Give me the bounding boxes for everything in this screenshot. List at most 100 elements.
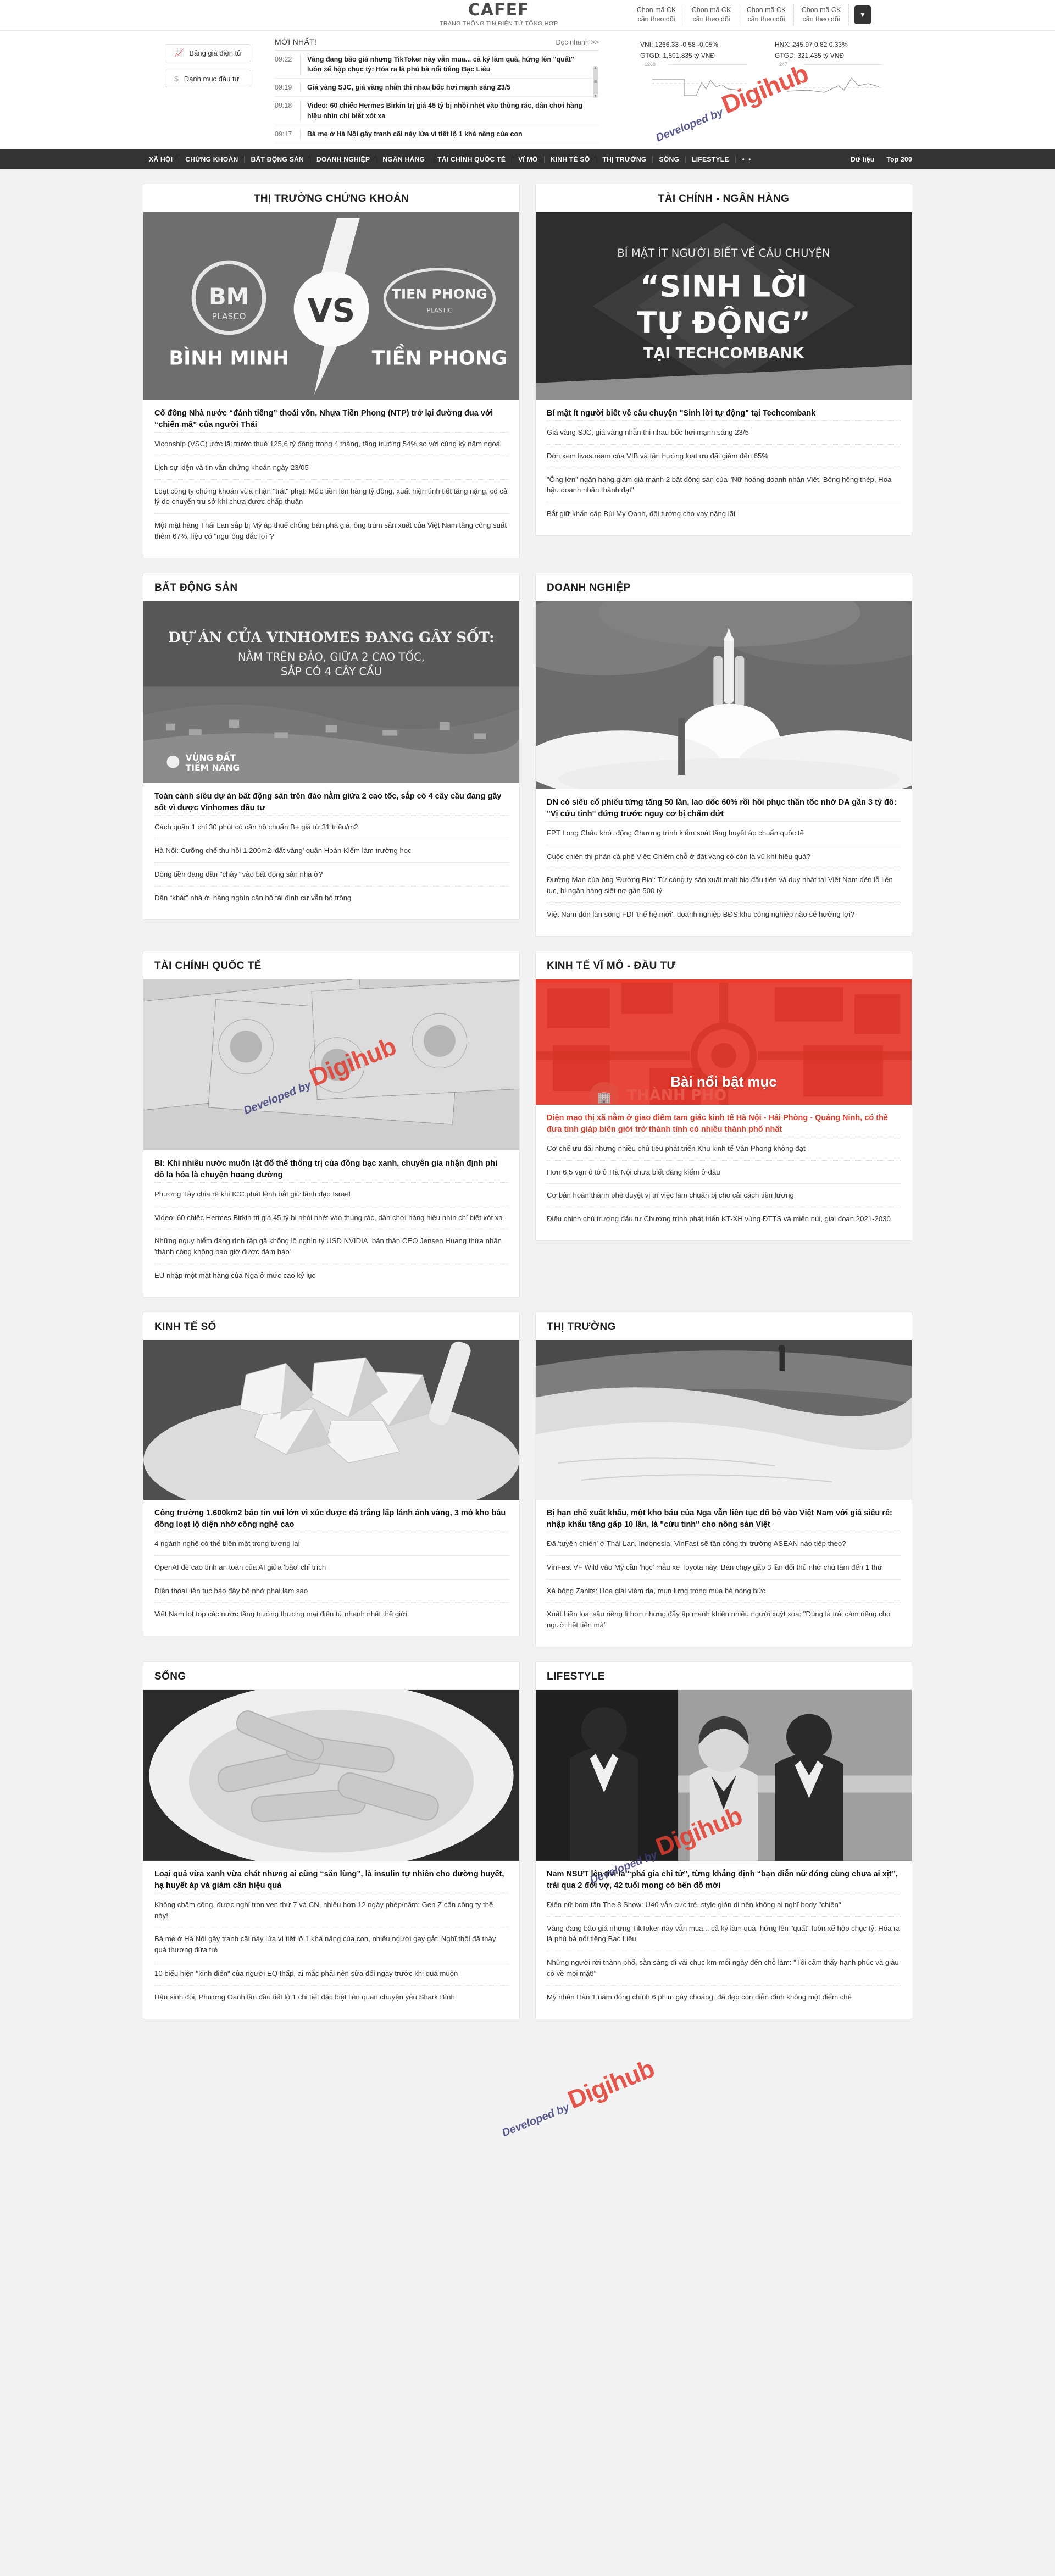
section-hero-image[interactable]: VS BM PLASCO TIEN PHONG PLASTIC BÌNH MIN… xyxy=(143,212,519,400)
list-item[interactable]: Hơn 6,5 vạn ô tô ở Hà Nội chưa biết đăng… xyxy=(547,1160,901,1184)
nav-item-xa-hoi[interactable]: XÃ HỘI xyxy=(143,156,180,163)
section-header[interactable]: THỊ TRƯỜNG xyxy=(536,1312,912,1340)
stock-picker-cell-4[interactable]: Chọn mã CK cần theo dõi xyxy=(794,4,849,25)
lead-headline[interactable]: DN có siêu cổ phiếu từng tăng 50 lần, la… xyxy=(547,797,901,820)
list-item[interactable]: Dòng tiền đang dần "chảy" vào bất động s… xyxy=(154,862,508,886)
list-item[interactable]: OpenAI đề cao tính an toàn của AI giữa '… xyxy=(154,1555,508,1579)
section-header[interactable]: THỊ TRƯỜNG CHỨNG KHOÁN xyxy=(143,184,519,212)
nav-item-chung-khoan[interactable]: CHỨNG KHOÁN xyxy=(179,156,245,163)
section-header[interactable]: TÀI CHÍNH QUỐC TẾ xyxy=(143,951,519,979)
list-item[interactable]: Mỹ nhân Hàn 1 năm đóng chính 6 phim gây … xyxy=(547,1985,901,2009)
ticker-scrollbar[interactable]: ▲ ☰ ▼ xyxy=(593,66,598,98)
nav-item-lifestyle[interactable]: LIFESTYLE xyxy=(686,156,736,163)
nav-item-tai-chinh-quoc-te[interactable]: TÀI CHÍNH QUỐC TẾ xyxy=(431,156,513,163)
list-item[interactable]: 09:19 Giá vàng SJC, giá vàng nhẫn thi nh… xyxy=(275,79,599,97)
stock-picker-cell-3[interactable]: Chọn mã CK cần theo dõi xyxy=(739,4,794,25)
stock-picker[interactable]: Chọn mã CK cần theo dõi Chọn mã CK cần t… xyxy=(629,4,871,25)
list-item[interactable]: Xà bông Zanits: Hoa giải viêm da, mụn lư… xyxy=(547,1578,901,1603)
list-item[interactable]: Điện thoại liên tục báo đầy bộ nhớ phải … xyxy=(154,1578,508,1603)
list-item[interactable]: EU nhập một mặt hàng của Nga ở mức cao k… xyxy=(154,1263,508,1287)
scroll-thumb[interactable]: ☰ xyxy=(593,80,597,84)
quick-link-portfolio[interactable]: $ Danh mục đầu tư xyxy=(165,70,251,87)
list-item[interactable]: Viconship (VSC) ước lãi trước thuế 125,6… xyxy=(154,432,508,456)
list-item[interactable]: 4 ngành nghề có thể biến mất trong tương… xyxy=(154,1531,508,1555)
nav-item-top-200[interactable]: Top 200 xyxy=(886,156,912,163)
lead-headline[interactable]: BI: Khi nhiều nước muốn lật đổ thế thống… xyxy=(154,1158,508,1181)
index-hnx[interactable]: HNX: 245.97 0.82 0.33% GTGD: 321.435 tỷ … xyxy=(775,41,882,106)
stock-picker-cell-1[interactable]: Chọn mã CK cần theo dõi xyxy=(629,4,684,25)
list-item[interactable]: Đã 'tuyên chiến' ở Thái Lan, Indonesia, … xyxy=(547,1531,901,1555)
list-item[interactable]: Bà mẹ ở Hà Nội gây tranh cãi nảy lửa vì … xyxy=(154,1927,508,1962)
list-item[interactable]: Không chấm công, được nghỉ trọn vẹn thứ … xyxy=(154,1892,508,1927)
section-hero-image[interactable] xyxy=(143,1689,519,1861)
list-item[interactable]: FPT Long Châu khởi động Chương trình kiể… xyxy=(547,821,901,845)
section-hero-image[interactable]: 100100100 xyxy=(143,979,519,1150)
list-item[interactable]: Hậu sinh đôi, Phương Oanh lần đầu tiết l… xyxy=(154,1985,508,2009)
nav-item-thi-truong[interactable]: THỊ TRƯỜNG xyxy=(596,156,653,163)
lead-headline[interactable]: Loại quả vừa xanh vừa chát nhưng ai cũng… xyxy=(154,1869,508,1892)
section-hero-image[interactable]: 🏢 THÀNH PHỐ TƯƠNG LAI Bài nổi bật mục xyxy=(536,982,912,1105)
nav-item-doanh-nghiep[interactable]: DOANH NGHIỆP xyxy=(310,156,377,163)
list-item[interactable]: Giá vàng SJC, giá vàng nhẫn thi nhau bốc… xyxy=(547,420,901,444)
section-hero-image[interactable]: DỰ ÁN CỦA VINHOMES ĐANG GÂY SỐT: NẰM TRÊ… xyxy=(143,601,519,784)
list-item[interactable]: "Ông lớn" ngân hàng giảm giá mạnh 2 bất … xyxy=(547,467,901,502)
section-hero-image[interactable] xyxy=(143,1340,519,1500)
list-item[interactable]: VinFast VF Wild vào Mỹ cần 'học' mẫu xe … xyxy=(547,1555,901,1579)
section-hero-image[interactable] xyxy=(536,1340,912,1500)
list-item[interactable]: Việt Nam lọt top các nước tăng trưởng th… xyxy=(154,1602,508,1626)
section-hero-image[interactable] xyxy=(536,1689,912,1861)
list-item[interactable]: Cơ chế ưu đãi nhưng nhiều chủ tiêu phát … xyxy=(547,1136,901,1160)
nav-item-vi-mo[interactable]: VĨ MÔ xyxy=(512,156,545,163)
lead-headline[interactable]: Công trường 1.600km2 báo tin vui lớn vì … xyxy=(154,1508,508,1531)
list-item[interactable]: Điên nữ bom tấn The 8 Show: U40 vẫn cực … xyxy=(547,1892,901,1916)
nav-item-du-lieu[interactable]: Dữ liệu xyxy=(851,156,874,163)
list-item[interactable]: Đón xem livestream của VIB và tận hưởng … xyxy=(547,444,901,468)
nav-item-ngan-hang[interactable]: NGÂN HÀNG xyxy=(376,156,432,163)
list-item[interactable]: Cuộc chiến thị phần cà phê Việt: Chiếm c… xyxy=(547,844,901,868)
list-item[interactable]: Những nguy hiểm đang rình rập gã khổng l… xyxy=(154,1229,508,1264)
section-hero-image[interactable]: BÍ MẬT ÍT NGƯỜI BIẾT VỀ CÂU CHUYỆN “SINH… xyxy=(536,212,912,400)
list-item[interactable]: Phương Tây chia rẽ khi ICC phát lệnh bắt… xyxy=(154,1182,508,1206)
section-header[interactable]: BẤT ĐỘNG SẢN xyxy=(143,573,519,601)
quick-link-price-board[interactable]: 📈 Bảng giá điện tử xyxy=(165,44,251,62)
list-item[interactable]: Một mặt hàng Thái Lan sắp bị Mỹ áp thuế … xyxy=(154,513,508,548)
read-fast-link[interactable]: Đọc nhanh >> xyxy=(556,38,599,46)
nav-overflow-icon[interactable]: • • xyxy=(736,156,759,163)
section-header[interactable]: KINH TẾ SỐ xyxy=(143,1312,519,1340)
index-vni[interactable]: VNI: 1266.33 -0.58 -0.05% GTGD: 1,801.83… xyxy=(640,41,747,106)
list-item[interactable]: Dân “khát” nhà ở, hàng nghìn căn hộ tái … xyxy=(154,885,508,910)
lead-headline[interactable]: Diện mạo thị xã nằm ở giao điểm tam giác… xyxy=(547,1112,901,1135)
list-item[interactable]: Vàng đang bão giá nhưng TikToker này vẫn… xyxy=(547,1916,901,1951)
list-item[interactable]: Điều chỉnh chủ trương đầu tư Chương trìn… xyxy=(547,1207,901,1231)
list-item[interactable]: Cách quận 1 chỉ 30 phút có căn hộ chuẩn … xyxy=(154,815,508,839)
lead-headline[interactable]: Bí mật ít người biết về câu chuyện "Sinh… xyxy=(547,408,901,419)
list-item[interactable]: Bắt giữ khẩn cấp Bùi My Oanh, đối tượng … xyxy=(547,502,901,525)
nav-item-kinh-te-so[interactable]: KINH TẾ SỐ xyxy=(545,156,597,163)
list-item[interactable]: 09:18 Video: 60 chiếc Hermes Birkin trị … xyxy=(275,97,599,125)
site-logo[interactable]: CAFEF TRANG THÔNG TIN ĐIỆN TỬ TỔNG HỢP xyxy=(440,2,558,27)
list-item[interactable]: 09:22 Vàng đang bão giá nhưng TikToker n… xyxy=(275,51,599,79)
list-item[interactable]: Video: 60 chiếc Hermes Birkin trị giá 45… xyxy=(154,1205,508,1229)
lead-headline[interactable]: Toàn cảnh siêu dự án bất động sản trên đ… xyxy=(154,791,508,814)
list-item[interactable]: Loạt công ty chứng khoán vừa nhận "trát"… xyxy=(154,479,508,514)
stock-picker-cell-2[interactable]: Chọn mã CK cần theo dõi xyxy=(684,4,739,25)
list-item[interactable]: Những người rời thành phố, sẵn sàng đi v… xyxy=(547,1951,901,1985)
lead-headline[interactable]: Bị hạn chế xuất khẩu, một kho báu của Ng… xyxy=(547,1508,901,1531)
list-item[interactable]: Lịch sự kiện và tin vắn chứng khoán ngày… xyxy=(154,455,508,479)
nav-item-song[interactable]: SỐNG xyxy=(653,156,686,163)
section-header[interactable]: KINH TẾ VĨ MÔ - ĐẦU TƯ xyxy=(536,951,912,979)
list-item[interactable]: 10 biểu hiện "kinh điển" của người EQ th… xyxy=(154,1962,508,1985)
section-header[interactable]: LIFESTYLE xyxy=(536,1662,912,1690)
section-header[interactable]: TÀI CHÍNH - NGÂN HÀNG xyxy=(536,184,912,212)
lead-headline[interactable]: Cổ đông Nhà nước “đánh tiếng” thoái vốn,… xyxy=(154,408,508,431)
list-item[interactable]: Đường Man của ông 'Đường Bia': Từ công t… xyxy=(547,868,901,902)
chevron-down-icon[interactable]: ▼ xyxy=(854,5,871,24)
section-hero-image[interactable] xyxy=(536,601,912,789)
nav-item-bat-dong-san[interactable]: BẤT ĐỘNG SẢN xyxy=(245,156,310,163)
list-item[interactable]: Xuất hiện loại sầu riêng lì hơn nhưng đẩ… xyxy=(547,1602,901,1637)
list-item[interactable]: Hà Nội: Cưỡng chế thu hồi 1.200m2 ‘đất v… xyxy=(154,839,508,862)
lead-headline[interactable]: Nam NSƯT lên tivi là “phá gia chi tử”, t… xyxy=(547,1869,901,1892)
scroll-up-icon[interactable]: ▲ xyxy=(593,66,597,70)
main-navigation[interactable]: XÃ HỘI CHỨNG KHOÁN BẤT ĐỘNG SẢN DOANH NG… xyxy=(0,149,1055,169)
scroll-down-icon[interactable]: ▼ xyxy=(593,94,597,98)
